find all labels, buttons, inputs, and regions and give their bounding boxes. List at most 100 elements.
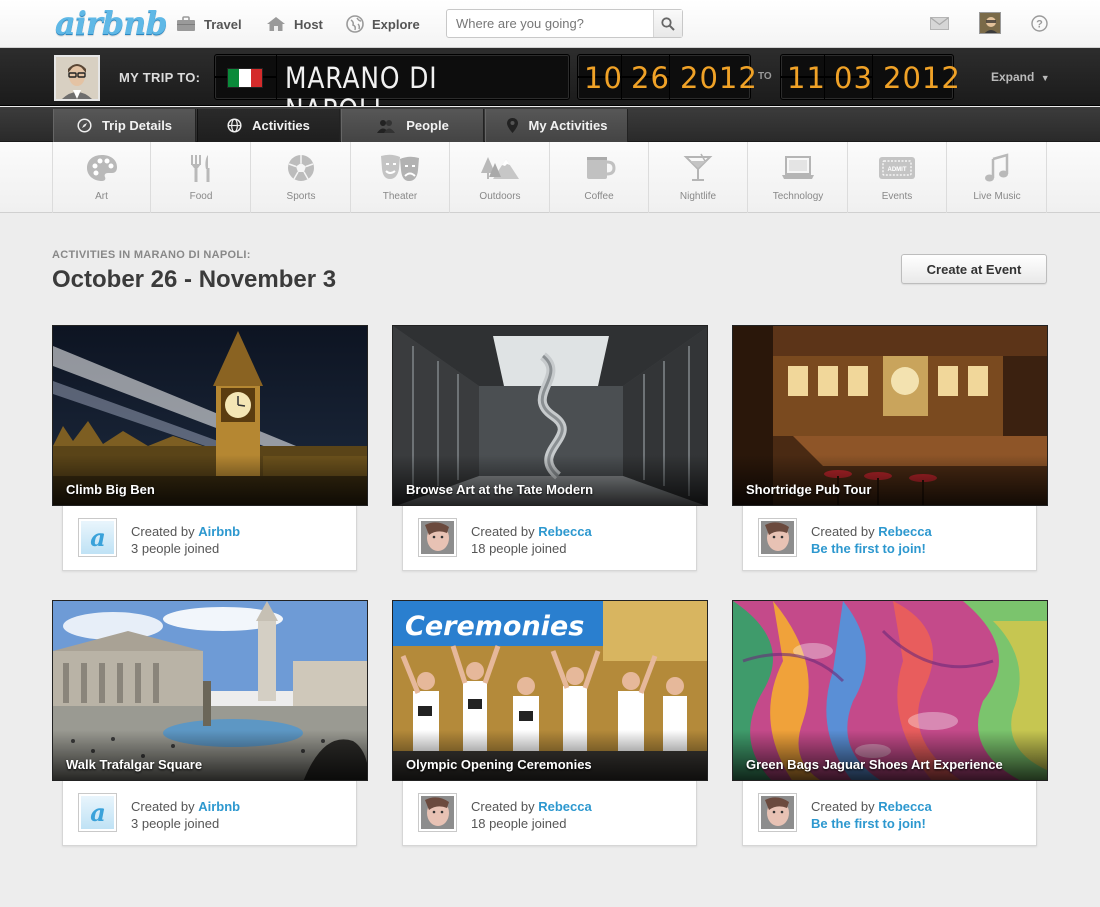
activity-image[interactable]: Browse Art at the Tate Modern bbox=[392, 325, 708, 506]
category-food[interactable]: Food bbox=[152, 142, 251, 213]
tab-trip-details-label: Trip Details bbox=[101, 118, 173, 133]
activity-title: Green Bags Jaguar Shoes Art Experience bbox=[746, 757, 1003, 772]
creator-name-link[interactable]: Rebecca bbox=[878, 524, 931, 539]
join-first-link[interactable]: Be the first to join! bbox=[811, 541, 926, 556]
category-food-label: Food bbox=[189, 191, 213, 202]
end-day: 03 bbox=[834, 61, 873, 95]
ticket-icon: ADMIT bbox=[879, 157, 915, 179]
creator-avatar[interactable]: a bbox=[78, 793, 117, 832]
creator-line: Created by Rebecca bbox=[811, 799, 932, 814]
people-icon bbox=[377, 119, 396, 133]
svg-text:Ceremonies: Ceremonies bbox=[405, 611, 584, 642]
activity-info: a Created by Airbnb 3 people joined bbox=[62, 781, 357, 846]
tab-people-label: People bbox=[406, 118, 449, 133]
svg-text:a: a bbox=[90, 798, 106, 827]
category-technology[interactable]: Technology bbox=[749, 142, 848, 213]
activity-image[interactable]: Green Bags Jaguar Shoes Art Experience bbox=[732, 600, 1048, 781]
masks-icon bbox=[381, 154, 419, 181]
svg-text:?: ? bbox=[1036, 19, 1043, 31]
activity-title: Browse Art at the Tate Modern bbox=[406, 482, 594, 497]
svg-text:a: a bbox=[90, 523, 106, 552]
category-nightlife[interactable]: Nightlife bbox=[649, 142, 748, 213]
create-event-button[interactable]: Create at Event bbox=[901, 254, 1047, 284]
creator-line: Created by Rebecca bbox=[471, 524, 592, 539]
creator-name-link[interactable]: Airbnb bbox=[198, 524, 240, 539]
category-art[interactable]: Art bbox=[52, 142, 151, 213]
coffee-cup-icon bbox=[587, 157, 616, 179]
nav-host[interactable]: Host bbox=[266, 15, 323, 33]
tab-trip-details[interactable]: Trip Details bbox=[53, 109, 196, 142]
activity-image[interactable]: Climb Big Ben bbox=[52, 325, 368, 506]
category-coffee[interactable]: Coffee bbox=[550, 142, 649, 213]
created-by-label: Created by bbox=[471, 799, 535, 814]
activity-info: Created by Rebecca Be the first to join! bbox=[742, 781, 1037, 846]
rebecca-avatar-image bbox=[421, 521, 454, 554]
pin-icon bbox=[506, 118, 518, 133]
soccer-ball-icon bbox=[288, 155, 314, 181]
italy-flag-icon bbox=[227, 68, 263, 88]
category-sports[interactable]: Sports bbox=[252, 142, 351, 213]
category-outdoors[interactable]: Outdoors bbox=[451, 142, 550, 213]
start-day: 26 bbox=[631, 61, 670, 95]
created-by-label: Created by bbox=[131, 524, 195, 539]
nav-travel[interactable]: Travel bbox=[176, 15, 242, 33]
flag-stripe-white bbox=[239, 69, 251, 87]
mail-icon[interactable] bbox=[930, 17, 949, 30]
user-avatar-image bbox=[980, 13, 1000, 33]
nav-travel-label: Travel bbox=[204, 16, 242, 32]
joined-count: 3 people joined bbox=[131, 541, 220, 556]
category-events-label: Events bbox=[881, 191, 913, 202]
join-first-link[interactable]: Be the first to join! bbox=[811, 816, 926, 831]
expand-button[interactable]: Expand ▼ bbox=[991, 70, 1050, 84]
tab-activities[interactable]: Activities bbox=[197, 109, 340, 142]
activity-image[interactable]: Shortridge Pub Tour bbox=[732, 325, 1048, 506]
start-date-board[interactable]: 10 26 2012 bbox=[577, 54, 757, 100]
search-button[interactable] bbox=[653, 10, 682, 37]
nav-explore[interactable]: Explore bbox=[346, 15, 420, 33]
music-note-icon bbox=[985, 153, 1009, 182]
category-theater[interactable]: Theater bbox=[351, 142, 450, 213]
traveler-avatar-image bbox=[56, 57, 98, 99]
category-nightlife-label: Nightlife bbox=[679, 191, 717, 202]
activity-image[interactable]: Ceremonies Olympic Opening Ceremonies bbox=[392, 600, 708, 781]
creator-line: Created by Airbnb bbox=[131, 799, 240, 814]
rebecca-avatar-image bbox=[761, 521, 794, 554]
creator-name-link[interactable]: Rebecca bbox=[538, 524, 591, 539]
activity-image[interactable]: Walk Trafalgar Square bbox=[52, 600, 368, 781]
globe-icon bbox=[346, 15, 364, 33]
created-by-label: Created by bbox=[811, 524, 875, 539]
trees-mountain-icon bbox=[481, 157, 519, 179]
house-icon bbox=[267, 17, 285, 31]
help-icon[interactable]: ? bbox=[1031, 15, 1048, 32]
category-live-music-label: Live Music bbox=[973, 191, 1021, 202]
creator-avatar[interactable] bbox=[418, 518, 457, 557]
destination-board[interactable]: MARANO DI NAPOLI bbox=[214, 54, 570, 126]
end-date-board[interactable]: 11 03 2012 bbox=[780, 54, 960, 100]
trip-bar: MY TRIP TO: MARANO DI NAPOLI 10 26 2012 … bbox=[0, 48, 1100, 126]
created-by-label: Created by bbox=[471, 524, 535, 539]
creator-avatar[interactable] bbox=[418, 793, 457, 832]
traveler-avatar[interactable] bbox=[54, 55, 100, 101]
creator-avatar[interactable]: a bbox=[78, 518, 117, 557]
user-avatar[interactable] bbox=[979, 12, 1001, 34]
airbnb-logo[interactable]: airbnb bbox=[55, 4, 168, 42]
creator-name-link[interactable]: Rebecca bbox=[538, 799, 591, 814]
search-input[interactable] bbox=[447, 10, 653, 37]
expand-label: Expand bbox=[991, 70, 1035, 84]
creator-name-link[interactable]: Rebecca bbox=[878, 799, 931, 814]
creator-avatar[interactable] bbox=[758, 518, 797, 557]
tab-people[interactable]: People bbox=[341, 109, 484, 142]
airbnb-logo-icon: a bbox=[90, 523, 106, 552]
activity-info: a Created by Airbnb 3 people joined bbox=[62, 506, 357, 571]
start-month: 10 bbox=[584, 61, 623, 95]
category-live-music[interactable]: Live Music bbox=[948, 142, 1047, 213]
end-year: 2012 bbox=[883, 61, 961, 95]
suitcase-icon bbox=[177, 16, 195, 31]
category-outdoors-label: Outdoors bbox=[479, 191, 521, 202]
category-events[interactable]: ADMIT Events bbox=[848, 142, 947, 213]
creator-name-link[interactable]: Airbnb bbox=[198, 799, 240, 814]
joined-count: 18 people joined bbox=[471, 816, 567, 831]
tab-my-activities[interactable]: My Activities bbox=[485, 109, 628, 142]
creator-avatar[interactable] bbox=[758, 793, 797, 832]
joined-count: 18 people joined bbox=[471, 541, 567, 556]
